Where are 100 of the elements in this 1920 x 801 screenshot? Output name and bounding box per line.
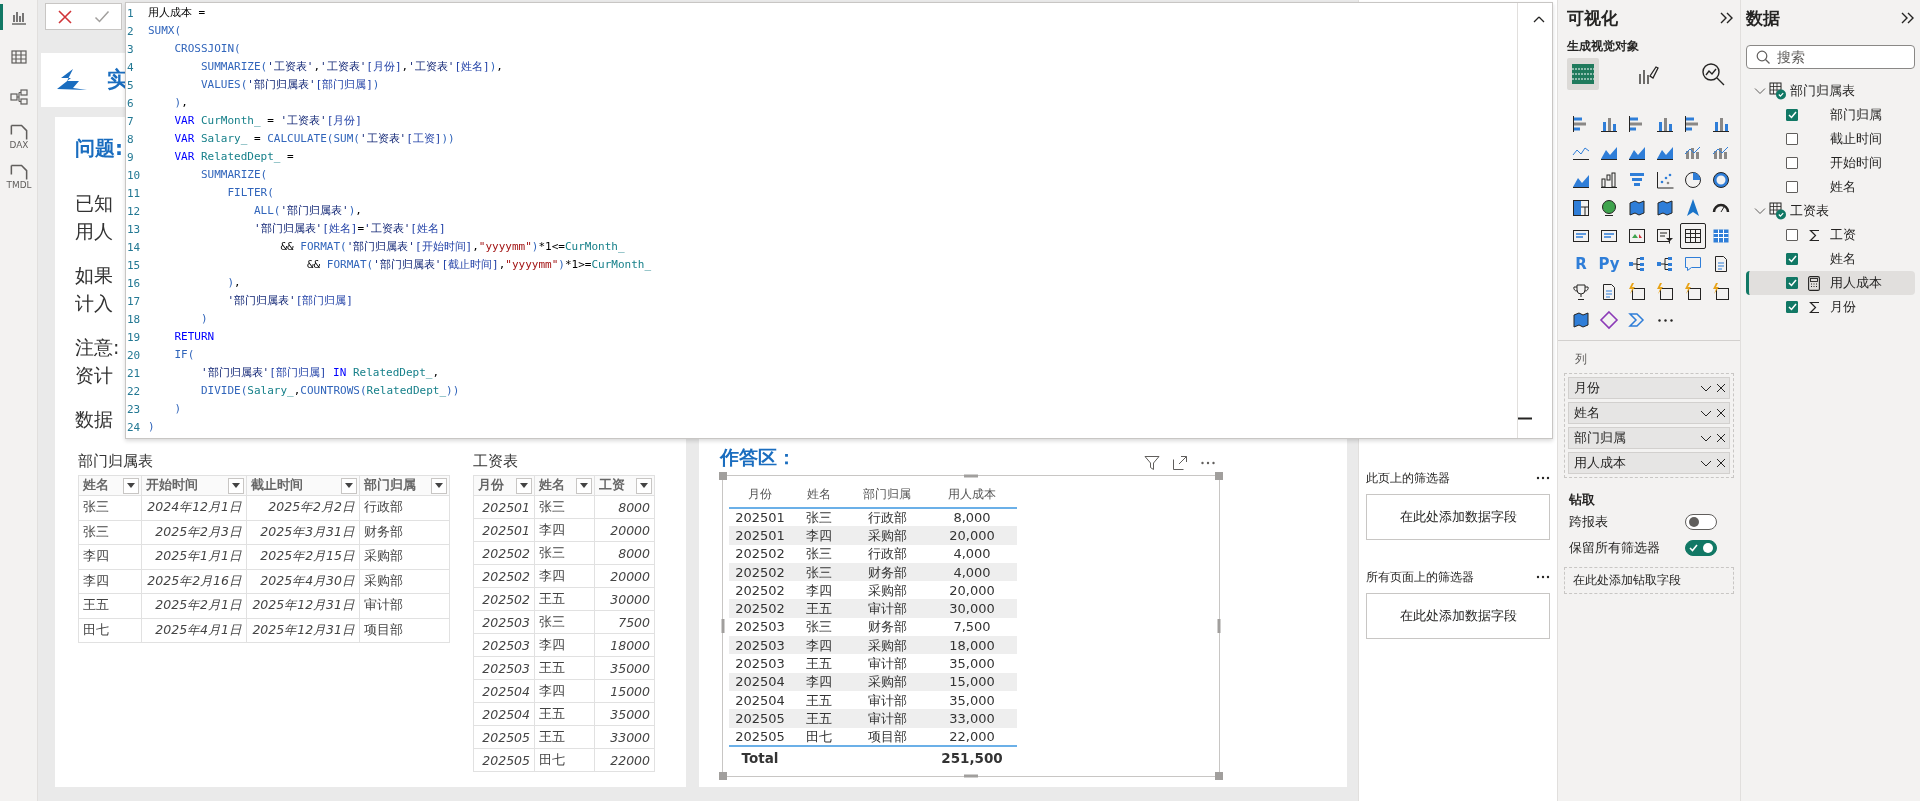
field-name: 姓名	[1830, 250, 1856, 268]
filter-dropdown-button[interactable]	[228, 477, 244, 494]
resize-handle[interactable]	[1215, 772, 1223, 780]
table-cell: 王五	[791, 709, 847, 728]
toggle-switch[interactable]	[1685, 514, 1717, 530]
grid-icon	[1570, 61, 1596, 87]
resize-handle[interactable]	[719, 472, 727, 480]
table-cell: 202504	[473, 679, 535, 703]
line-number: 1	[126, 6, 135, 20]
table-cell: 202502	[473, 587, 535, 611]
search-field[interactable]: 搜索	[1746, 45, 1915, 69]
checkbox[interactable]	[1786, 181, 1798, 193]
filter-drop-zone[interactable]: 在此处添加数据字段	[1366, 593, 1550, 639]
line-number: 13	[126, 222, 142, 236]
sigma-icon	[1808, 300, 1820, 314]
field-item[interactable]: 开始时间	[1746, 151, 1915, 175]
filter-dropdown-button[interactable]	[123, 477, 139, 494]
globe-icon	[1599, 198, 1619, 218]
field-item[interactable]: 部门归属	[1746, 103, 1915, 127]
field-item[interactable]: 月份	[1746, 295, 1915, 319]
view-button[interactable]: TMDL	[0, 164, 38, 190]
resize-handle[interactable]	[719, 772, 727, 780]
line-number: 5	[126, 78, 135, 92]
field-name: 用人成本	[1830, 274, 1882, 292]
table-cell: 李四	[534, 679, 595, 703]
toggle-switch[interactable]	[1685, 540, 1717, 556]
field-chip[interactable]: 用人成本	[1568, 452, 1730, 474]
resize-handle[interactable]	[1217, 619, 1221, 633]
filter-dropdown-button[interactable]	[636, 477, 652, 494]
total-value: 251,500	[927, 745, 1017, 770]
code-line: IF(	[173, 347, 195, 363]
field-item[interactable]: 用人成本	[1746, 271, 1915, 295]
table-name[interactable]: 部门归属表	[1790, 82, 1855, 100]
line-number: 11	[126, 186, 142, 200]
table-cell: 202505	[729, 709, 791, 728]
close-icon[interactable]	[1715, 431, 1727, 445]
close-icon[interactable]	[1715, 456, 1727, 470]
checkbox[interactable]	[1786, 277, 1798, 289]
table-cell: 2025年2月16日	[141, 569, 247, 594]
visual-type-button[interactable]	[1680, 223, 1706, 249]
table-cell: 202502	[729, 581, 791, 600]
question-title: 问题:	[75, 135, 123, 161]
table-cell: 2025年4月1日	[141, 618, 247, 643]
table-cell: 20000	[594, 564, 655, 588]
field-item[interactable]: 工资	[1746, 223, 1915, 247]
lightning-icon	[1627, 282, 1647, 302]
field-item[interactable]: 姓名	[1746, 247, 1915, 271]
field-item[interactable]: 姓名	[1746, 175, 1915, 199]
table-cell: 15000	[594, 679, 655, 703]
checkbox[interactable]	[1786, 301, 1798, 313]
table-cell: 202502	[473, 564, 535, 588]
more-icon[interactable]	[1536, 575, 1550, 579]
field-item[interactable]: 截止时间	[1746, 127, 1915, 151]
checkbox[interactable]	[1786, 133, 1798, 145]
table-icon	[1683, 226, 1703, 246]
minus-icon[interactable]	[1518, 417, 1532, 420]
filter-dropdown-button[interactable]	[576, 477, 592, 494]
checkbox[interactable]	[1786, 157, 1798, 169]
script-visual-button[interactable]: R	[1568, 251, 1594, 277]
close-icon[interactable]	[1715, 406, 1727, 420]
field-chip[interactable]: 部门归属	[1568, 427, 1730, 449]
code-line: 用人成本 =	[148, 5, 206, 21]
drill-drop-zone[interactable]: 在此处添加钻取字段	[1564, 567, 1734, 594]
resize-handle[interactable]	[721, 619, 725, 633]
script-visual-button[interactable]: Py	[1596, 251, 1622, 277]
table-cell: 审计部	[359, 593, 450, 618]
diamond-icon	[1599, 310, 1619, 330]
resize-handle[interactable]	[964, 474, 978, 478]
table-cell: 采购部	[847, 636, 927, 655]
code-line: FILTER(	[226, 185, 274, 201]
focus-mode-button[interactable]	[1172, 455, 1188, 471]
line-number: 7	[126, 114, 135, 128]
table-name[interactable]: 工资表	[1790, 202, 1829, 220]
table-cell: 202503	[473, 633, 535, 657]
checkbox[interactable]	[1786, 253, 1798, 265]
filter-button[interactable]	[1144, 455, 1160, 471]
collapse-icon[interactable]	[1901, 12, 1915, 24]
slicer-icon	[1655, 226, 1675, 246]
view-button[interactable]: DAX	[0, 124, 38, 150]
close-icon[interactable]	[1715, 381, 1727, 395]
resize-handle[interactable]	[1215, 472, 1223, 480]
checkbox[interactable]	[1786, 109, 1798, 121]
field-chip[interactable]: 月份	[1568, 377, 1730, 399]
filter-dropdown-button[interactable]	[341, 477, 357, 494]
resize-handle[interactable]	[964, 774, 978, 778]
checkbox[interactable]	[1786, 229, 1798, 241]
field-chip[interactable]: 姓名	[1568, 402, 1730, 424]
field-well[interactable]: 月份 姓名 部门归属 用人成本	[1564, 373, 1734, 478]
line-number: 23	[126, 402, 142, 416]
checkmark-icon	[1689, 544, 1698, 552]
code-line: && FORMAT('部门归属表'[截止时间],"yyyymm")*1>=CurMonth_	[305, 257, 651, 273]
more-icon[interactable]	[1536, 476, 1550, 480]
filter-drop-zone[interactable]: 在此处添加数据字段	[1366, 494, 1550, 540]
code-line: SUMMARIZE(	[199, 167, 268, 183]
table-visual[interactable]	[722, 475, 1220, 777]
toggle-label: 跨报表	[1569, 513, 1608, 531]
collapse-icon[interactable]	[1720, 12, 1734, 24]
filter-dropdown-button[interactable]	[516, 477, 532, 494]
caret-down-icon	[640, 483, 648, 488]
filter-dropdown-button[interactable]	[431, 477, 447, 494]
